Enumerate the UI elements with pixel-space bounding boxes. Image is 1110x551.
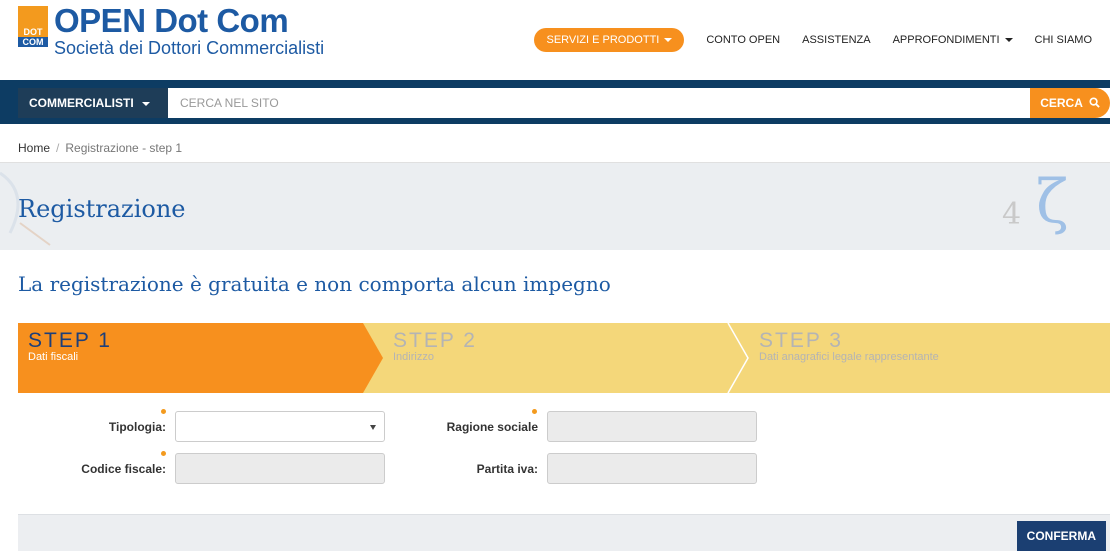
nav-chi-siamo[interactable]: CHI SIAMO bbox=[1035, 34, 1092, 46]
partita-iva-label: Partita iva: bbox=[476, 462, 538, 476]
confirm-button[interactable]: CONFERMA bbox=[1016, 521, 1106, 551]
partita-iva-input[interactable] bbox=[547, 453, 757, 484]
chevron-down-icon bbox=[141, 101, 150, 106]
ragione-sociale-label: Ragione sociale bbox=[446, 420, 538, 434]
search-icon bbox=[1089, 97, 1100, 108]
servizi-prodotti-button[interactable]: SERVIZI E PRODOTTI bbox=[534, 28, 685, 52]
step-2-label: STEP 2 bbox=[393, 329, 477, 352]
step-1-label: STEP 1 bbox=[28, 329, 112, 352]
page-title: Registrazione bbox=[18, 195, 186, 223]
tipologia-label: Tipologia: bbox=[108, 420, 166, 434]
site-logo[interactable]: DOT COM OPEN Dot Com Società dei Dottori… bbox=[18, 2, 324, 62]
search-input[interactable] bbox=[168, 88, 1030, 118]
top-navigation: SERVIZI E PRODOTTI CONTO OPEN ASSISTENZA… bbox=[534, 27, 1092, 53]
form-actions-bar: CONFERMA bbox=[18, 514, 1110, 551]
step-3-label: STEP 3 bbox=[759, 329, 843, 352]
decorative-math-symbols: ζ bbox=[1036, 167, 1069, 237]
required-marker-icon bbox=[161, 451, 166, 456]
step-2: STEP 2 Indirizzo bbox=[393, 323, 713, 393]
breadcrumb-home-link[interactable]: Home bbox=[18, 141, 50, 155]
breadcrumb-separator: / bbox=[56, 141, 60, 155]
search-bar: COMMERCIALISTI CERCA bbox=[0, 80, 1110, 124]
nav-assistenza[interactable]: ASSISTENZA bbox=[802, 34, 870, 46]
codice-fiscale-input[interactable] bbox=[175, 453, 385, 484]
step-2-desc: Indirizzo bbox=[393, 351, 434, 363]
nav-approfondimenti[interactable]: APPROFONDIMENTI bbox=[893, 34, 1013, 46]
chevron-down-icon bbox=[664, 38, 673, 43]
page-title-banner: ζ 4 Registrazione bbox=[0, 163, 1110, 250]
search-button[interactable]: CERCA bbox=[1030, 88, 1110, 118]
ragione-sociale-input[interactable] bbox=[547, 411, 757, 442]
decorative-math-symbols: 4 bbox=[1002, 197, 1022, 232]
logo-title: OPEN Dot Com bbox=[54, 2, 289, 39]
breadcrumb-current: Registrazione - step 1 bbox=[65, 141, 183, 155]
commercialisti-dropdown-button[interactable]: COMMERCIALISTI bbox=[18, 88, 168, 118]
tipologia-select[interactable] bbox=[175, 411, 385, 442]
codice-fiscale-label: Codice fiscale: bbox=[81, 462, 166, 476]
step-1-desc: Dati fiscali bbox=[28, 351, 79, 363]
logo-subtitle: Società dei Dottori Commercialisti bbox=[54, 38, 325, 58]
nav-conto-open[interactable]: CONTO OPEN bbox=[706, 34, 780, 46]
breadcrumb: Home / Registrazione - step 1 bbox=[18, 141, 182, 155]
step-1: STEP 1 Dati fiscali bbox=[28, 323, 358, 393]
registration-steps: STEP 1 Dati fiscali STEP 2 Indirizzo STE… bbox=[18, 323, 1110, 393]
dropdown-arrow-icon bbox=[370, 425, 376, 430]
step-3-desc: Dati anagrafici legale rappresentante bbox=[759, 351, 939, 363]
page-subtitle: La registrazione è gratuita e non compor… bbox=[18, 272, 611, 296]
step-3: STEP 3 Dati anagrafici legale rappresent… bbox=[759, 323, 1099, 393]
required-marker-icon bbox=[161, 409, 166, 414]
required-marker-icon bbox=[532, 409, 537, 414]
chevron-down-icon bbox=[1004, 38, 1013, 43]
